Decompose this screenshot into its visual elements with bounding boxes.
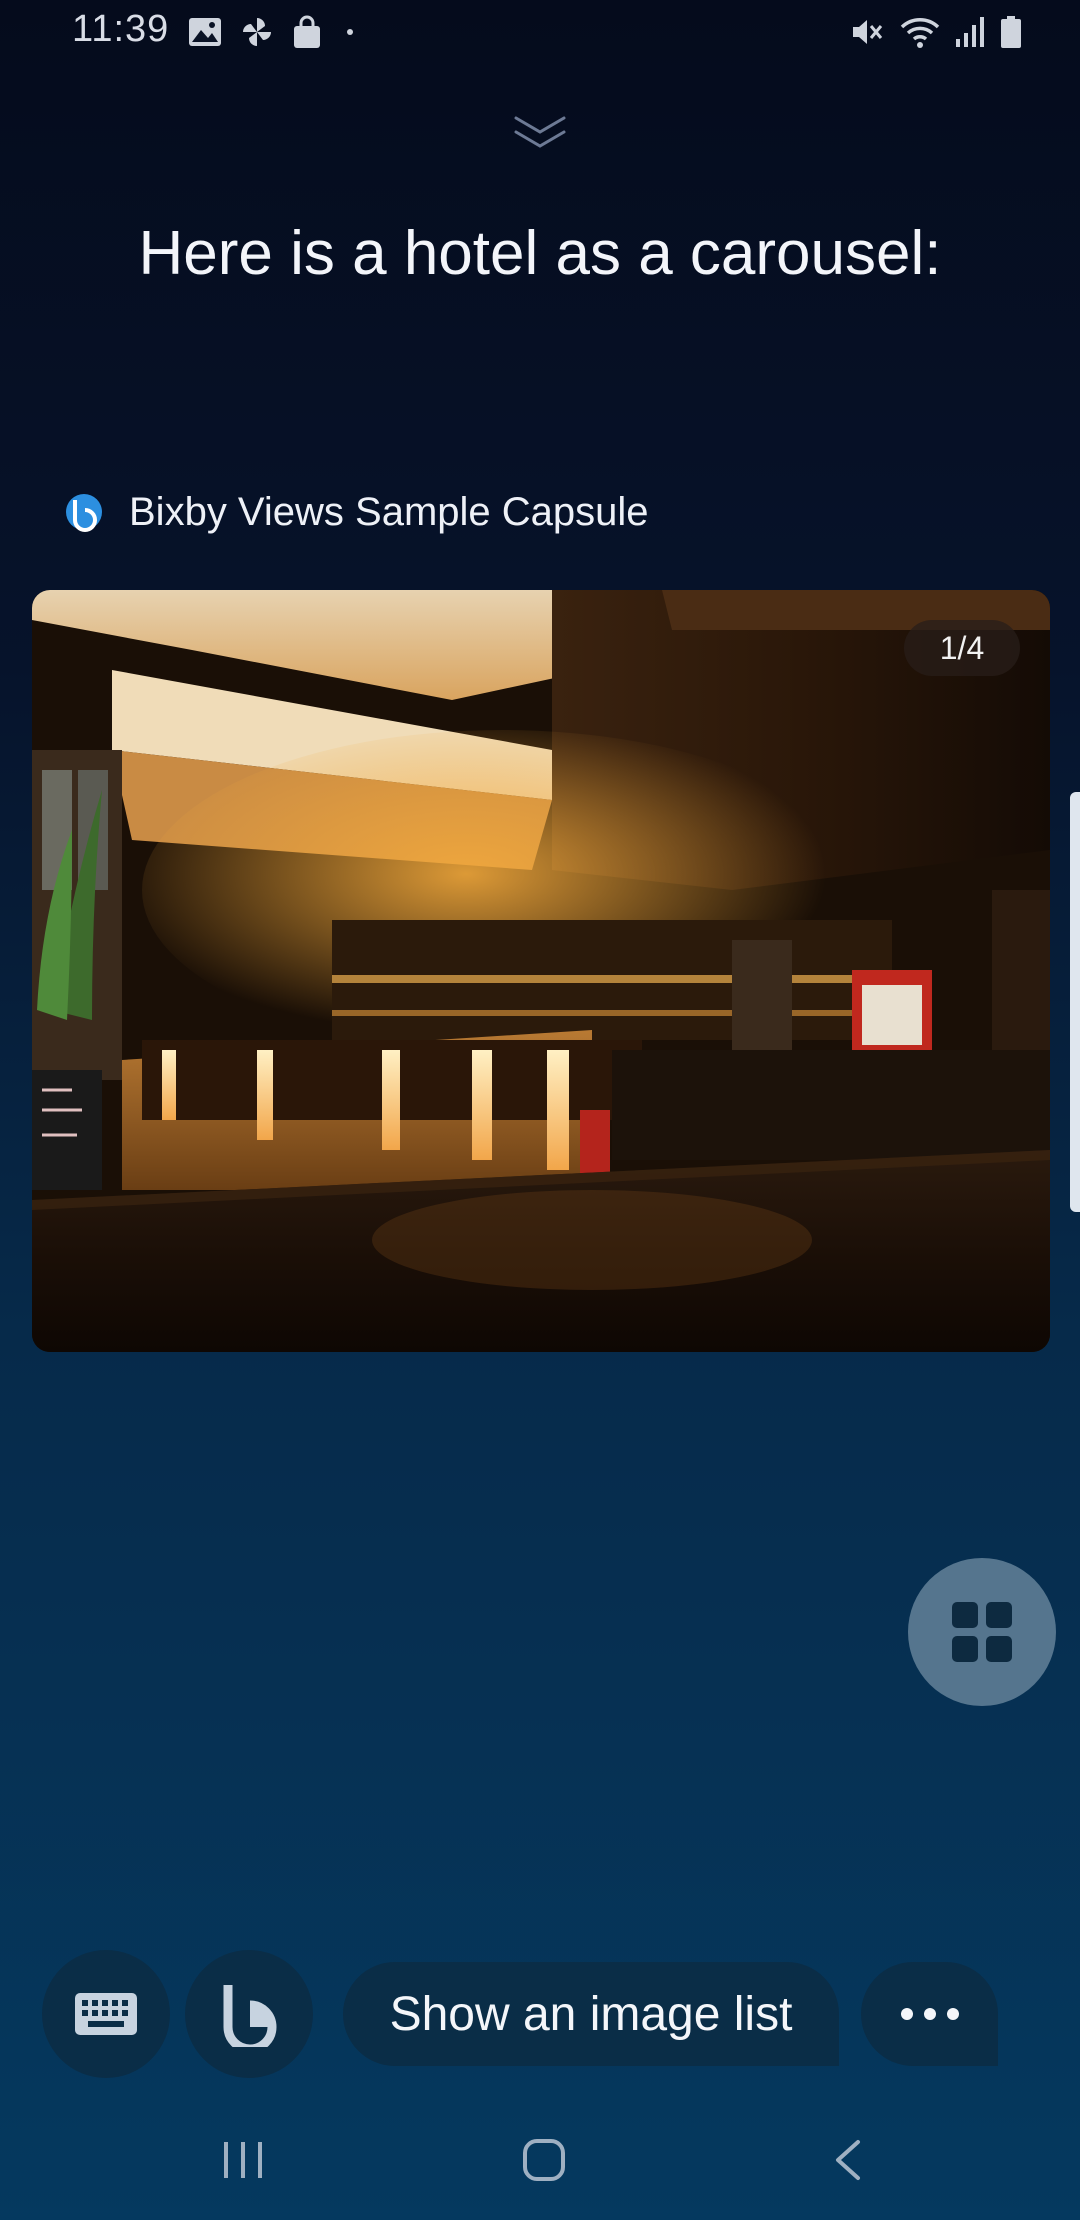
more-icon: [900, 2008, 959, 2020]
status-icons-right: [850, 12, 1022, 52]
more-options-button[interactable]: [861, 1962, 998, 2066]
status-time: 11:39: [72, 8, 170, 50]
shopping-bag-icon: [294, 15, 320, 48]
battery-icon: [1001, 16, 1021, 48]
collapse-chevron-icon[interactable]: [510, 112, 570, 152]
pinwheel-icon: [243, 18, 271, 46]
wifi-icon: [900, 18, 940, 48]
response-headline: Here is a hotel as a carousel:: [138, 219, 942, 288]
capsule-name: Bixby Views Sample Capsule: [129, 490, 649, 534]
hint-show-image-list[interactable]: Show an image list: [343, 1962, 839, 2066]
carousel-page-indicator: 1/4: [904, 620, 1020, 676]
scroll-indicator[interactable]: [1070, 792, 1080, 1212]
grid-view-button[interactable]: [908, 1558, 1056, 1706]
hotel-bar-photo: [32, 590, 1050, 1352]
mute-icon: [853, 20, 883, 44]
status-icons-left: [188, 12, 360, 52]
gallery-icon: [189, 18, 221, 46]
keyboard-button[interactable]: [42, 1950, 170, 2078]
keyboard-icon: [75, 1993, 137, 2035]
hotel-carousel-card[interactable]: 1/4: [32, 590, 1050, 1352]
grid-icon: [952, 1602, 1012, 1662]
home-icon[interactable]: [522, 2138, 566, 2182]
back-icon[interactable]: [830, 2138, 864, 2182]
bixby-icon: [223, 1985, 277, 2047]
signal-icon: [956, 17, 984, 47]
recents-icon[interactable]: [218, 2140, 268, 2180]
bixby-voice-button[interactable]: [185, 1950, 313, 2078]
bixby-capsule-icon: [66, 494, 102, 532]
dot-icon: [347, 29, 353, 35]
